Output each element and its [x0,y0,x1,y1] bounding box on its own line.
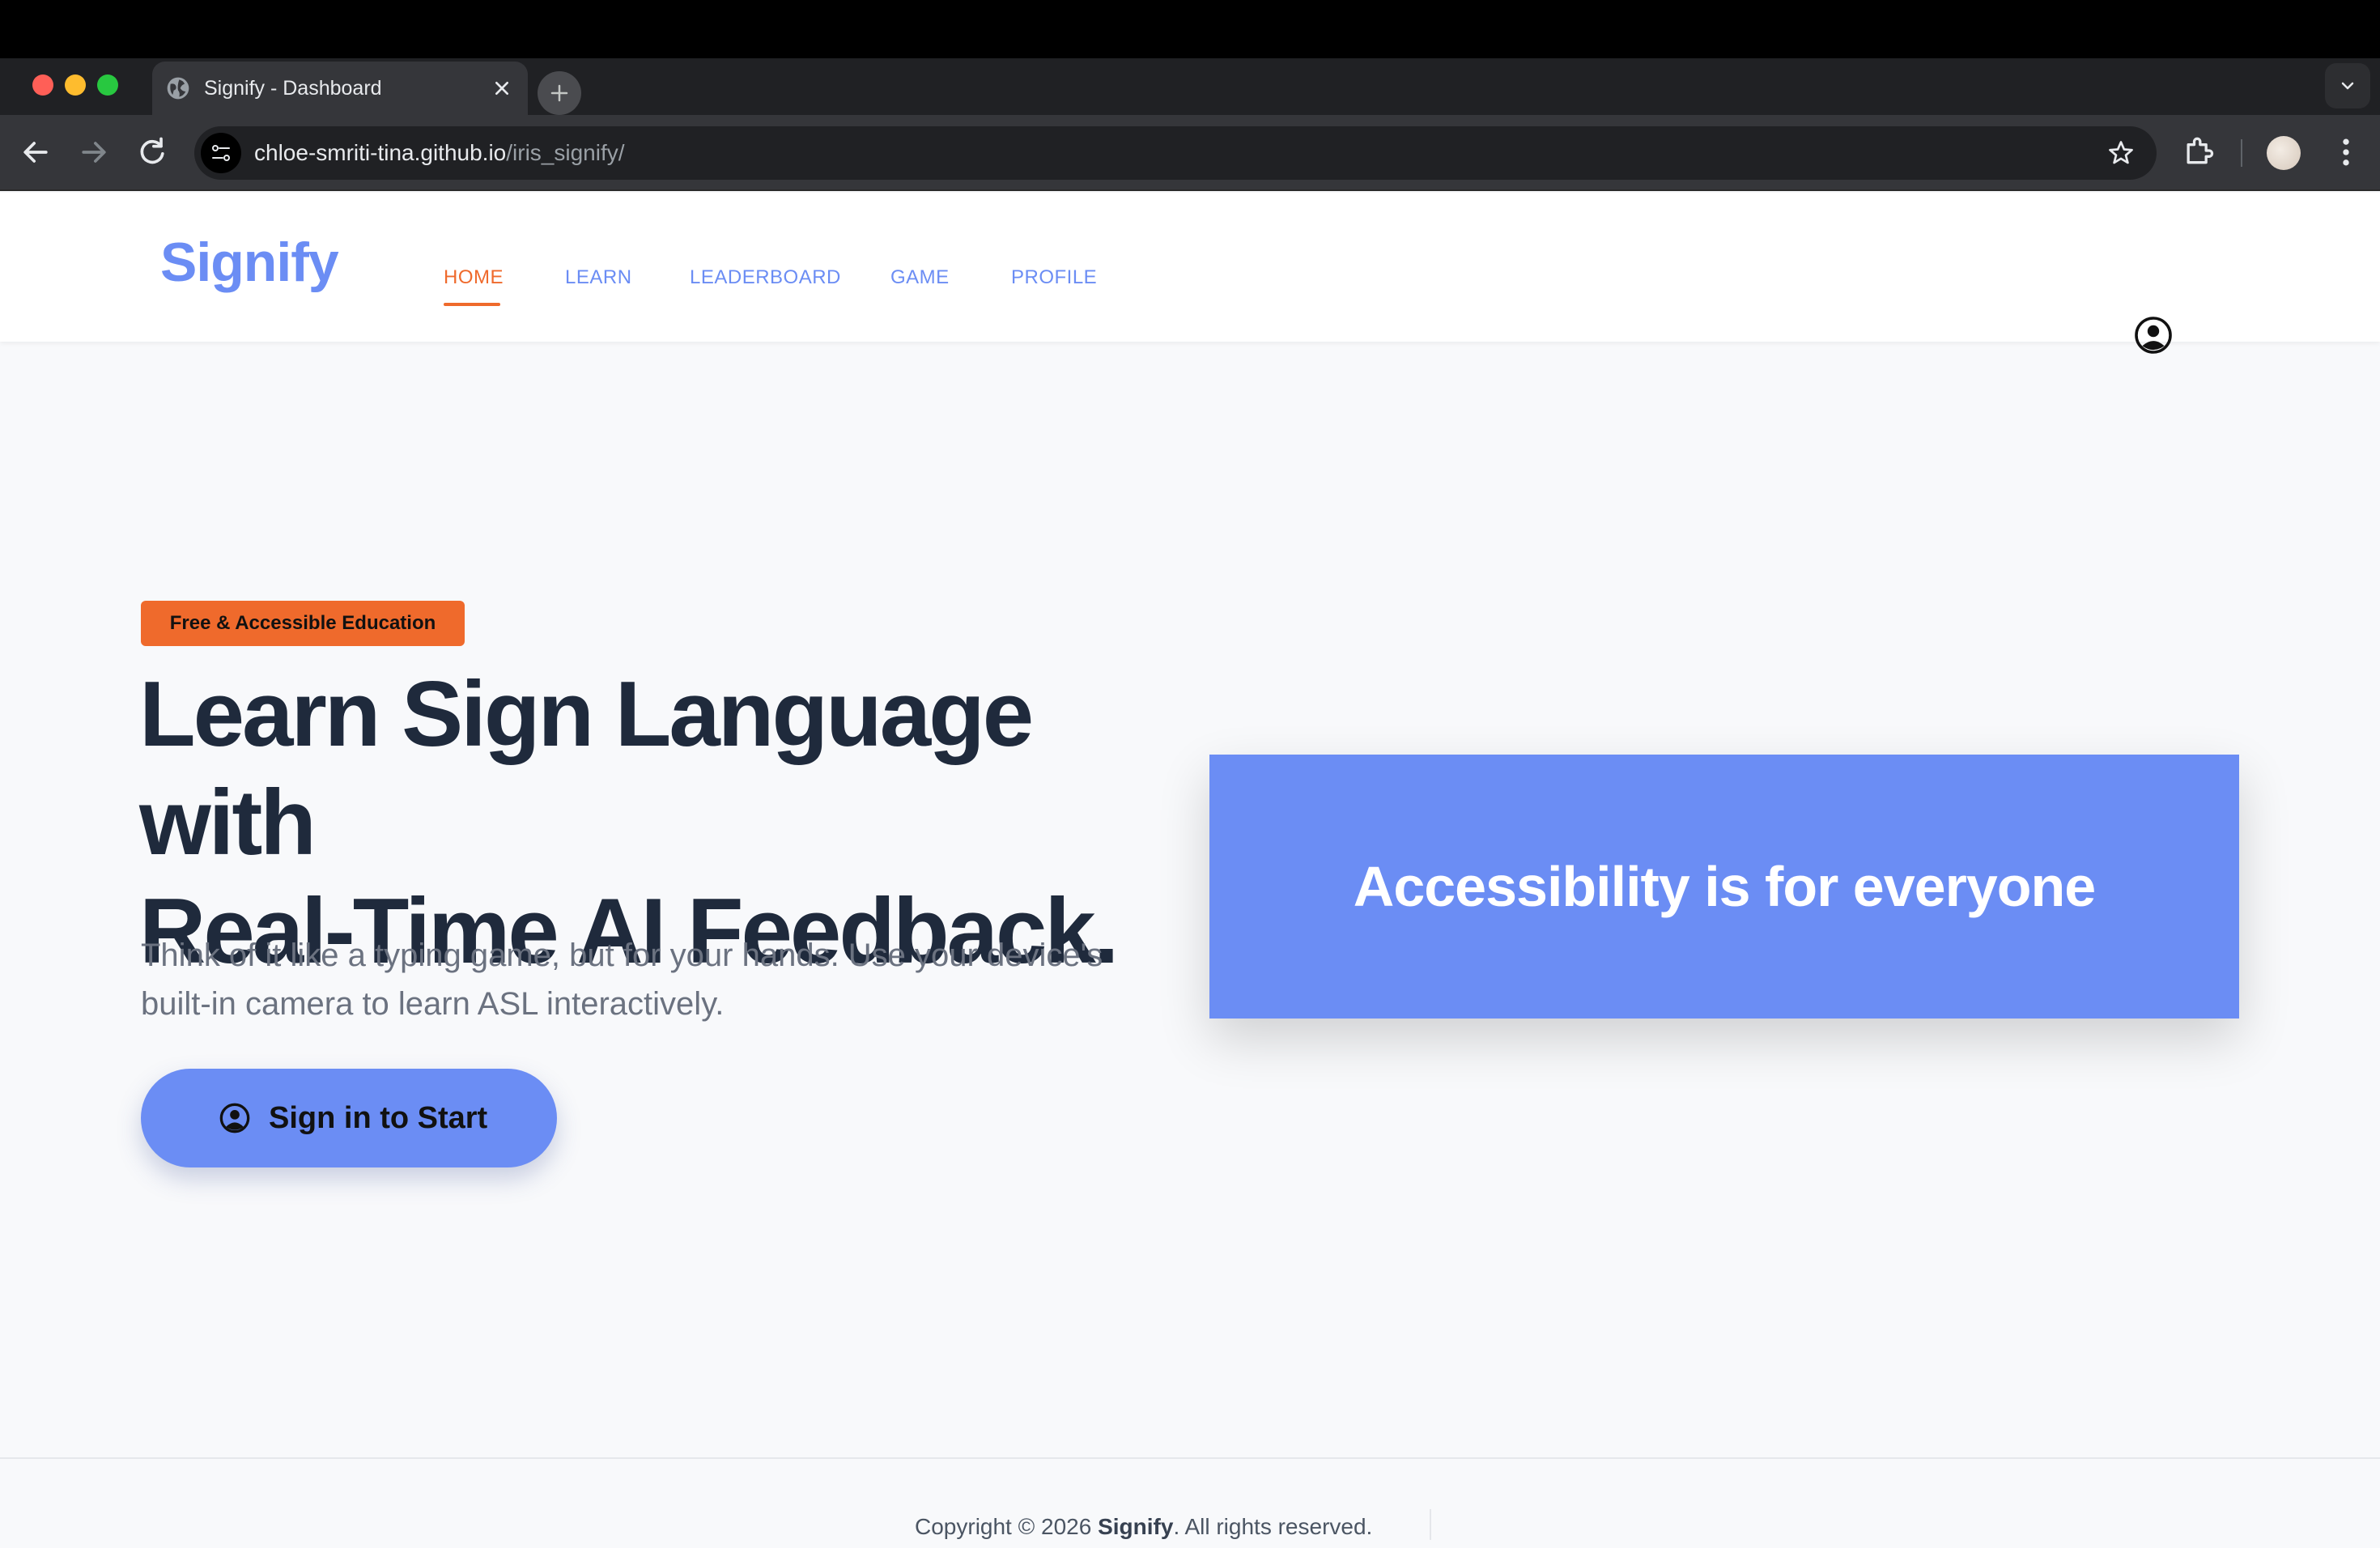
nav-profile[interactable]: PROFILE [1011,266,1097,290]
bookmark-star-icon[interactable] [2106,138,2136,168]
browser-toolbar: chloe-smriti-tina.github.io/iris_signify… [0,115,2380,191]
screen-top-bar [0,0,2380,58]
sign-in-button[interactable]: Sign in to Start [141,1069,557,1167]
browser-profile-avatar[interactable] [2267,136,2301,170]
copyright-text: Copyright © 2026 Signify. All rights res… [915,1512,1372,1542]
maximize-window-button[interactable] [97,74,118,96]
minimize-window-button[interactable] [65,74,86,96]
more-vertical-icon[interactable] [2328,134,2364,170]
page-viewport: Signify HOME LEARN LEADERBOARD GAME PROF… [0,193,2380,1548]
toolbar-divider [2241,139,2242,167]
back-arrow-icon[interactable] [18,134,53,170]
tab-title: Signify - Dashboard [204,77,382,100]
user-circle-icon [219,1103,250,1133]
account-icon[interactable] [2134,316,2173,355]
hero-badge: Free & Accessible Education [141,601,465,646]
copyright-prefix: Copyright © 2026 [915,1514,1099,1539]
footer-divider [1430,1509,1431,1540]
browser-window: Signify - Dashboard chloe-smriti-tina.gi… [0,58,2380,1548]
sign-in-button-label: Sign in to Start [269,1101,488,1135]
close-window-button[interactable] [32,74,53,96]
url-text: chloe-smriti-tina.github.io/iris_signify… [254,140,625,166]
plus-icon [550,84,568,102]
nav-leaderboard[interactable]: LEADERBOARD [690,266,841,290]
feature-card-text: Accessibility is for everyone [1353,855,2096,918]
address-bar[interactable]: chloe-smriti-tina.github.io/iris_signify… [194,126,2157,180]
site-info-button[interactable] [201,133,241,173]
hero-badge-label: Free & Accessible Education [169,612,436,634]
site-header: Signify HOME LEARN LEADERBOARD GAME PROF… [0,193,2380,342]
site-logo[interactable]: Signify [160,228,339,296]
nav-home[interactable]: HOME [444,266,504,290]
site-footer: Copyright © 2026 Signify. All rights res… [0,1457,2380,1548]
reload-icon[interactable] [134,134,170,170]
globe-icon [167,77,189,100]
hero-subtitle-line2: built-in camera to learn ASL interactive… [141,986,725,1022]
chevron-down-icon [2341,82,2354,90]
forward-arrow-icon[interactable] [76,134,112,170]
close-tab-icon[interactable] [489,75,515,101]
feature-card: Accessibility is for everyone [1209,755,2239,1019]
tab-search-button[interactable] [2325,63,2370,108]
url-path: /iris_signify/ [506,140,625,165]
tune-icon [212,145,230,161]
extensions-puzzle-icon[interactable] [2181,133,2216,168]
nav-game[interactable]: GAME [890,266,950,290]
hero-subtitle: Think of it like a typing game, but for … [141,931,1209,1028]
hero-title-line1: Learn Sign Language with [139,663,1034,874]
copyright-suffix: . All rights reserved. [1173,1514,1373,1539]
url-host: chloe-smriti-tina.github.io [254,140,507,165]
tab-strip: Signify - Dashboard [0,58,2380,115]
hero-subtitle-line1: Think of it like a typing game, but for … [141,938,1103,973]
new-tab-button[interactable] [538,71,581,115]
copyright-brand: Signify [1098,1514,1174,1539]
nav-active-underline [444,303,500,306]
browser-tab-active[interactable]: Signify - Dashboard [152,62,528,115]
nav-learn[interactable]: LEARN [565,266,632,290]
